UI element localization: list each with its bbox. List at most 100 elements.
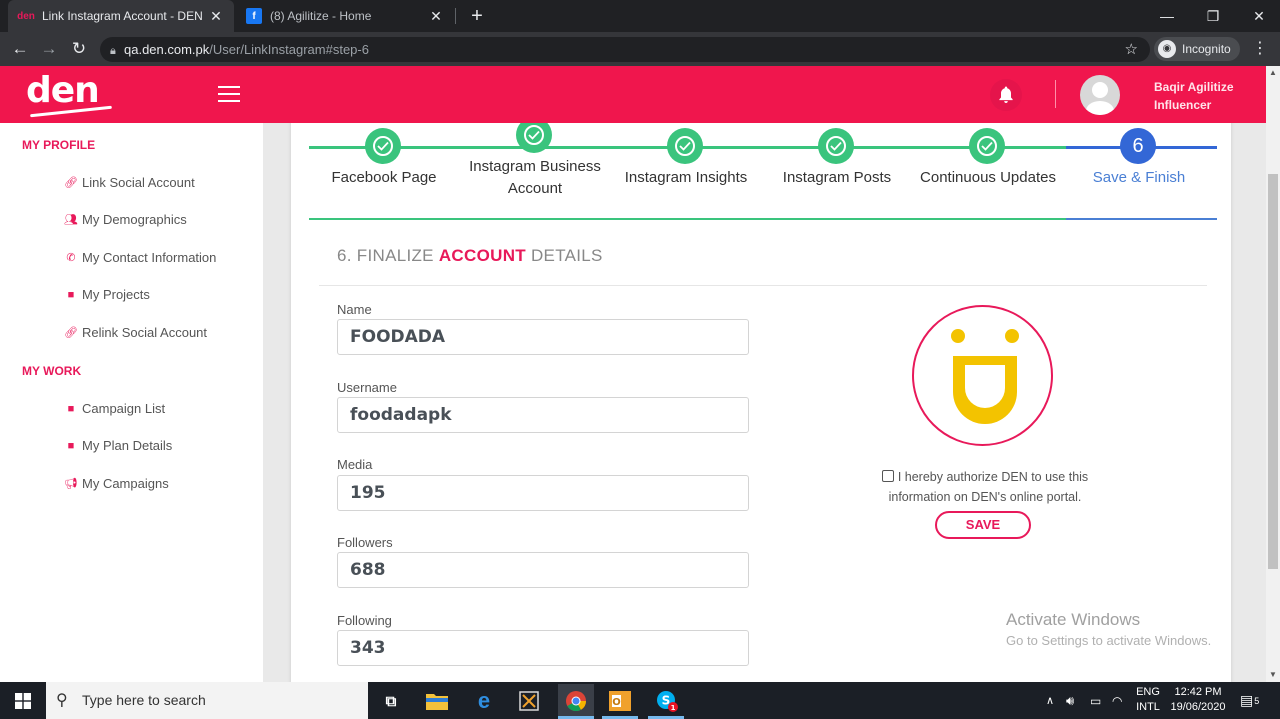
- tab-separator: [455, 8, 456, 24]
- user-info[interactable]: Baqir Agilitize Influencer: [1154, 78, 1234, 114]
- hamburger-menu-icon[interactable]: [218, 86, 240, 102]
- smiley-logo-icon: [951, 329, 1019, 424]
- sidebar-item-label: My Plan Details: [82, 438, 173, 453]
- stepper-underline-active: [1066, 218, 1217, 220]
- reload-button[interactable]: ↻: [68, 38, 90, 60]
- title-suffix: DETAILS: [525, 246, 603, 265]
- clock-date: 19/06/2020: [1170, 701, 1226, 713]
- followers-input[interactable]: 688: [337, 552, 749, 588]
- step-check-icon: [818, 128, 854, 164]
- authorize-consent: I hereby authorize DEN to use this infor…: [875, 467, 1095, 507]
- step-label: Instagram Insights: [624, 169, 748, 186]
- lang-line1: ENG: [1136, 686, 1160, 698]
- bullhorn-icon: 📢︎: [64, 478, 78, 490]
- svg-text:1: 1: [671, 704, 676, 712]
- main-content: Facebook Page Instagram Business Account…: [263, 123, 1266, 682]
- forward-button[interactable]: →: [38, 38, 60, 60]
- language-indicator[interactable]: ENG INTL: [1133, 685, 1163, 715]
- wizard-stepper: Facebook Page Instagram Business Account…: [309, 123, 1217, 221]
- svg-text:O: O: [612, 697, 621, 708]
- den-logo[interactable]: den: [26, 70, 100, 111]
- users-icon: 👥︎: [64, 214, 78, 226]
- lang-line2: INTL: [1136, 701, 1160, 713]
- media-input[interactable]: 195: [337, 475, 749, 511]
- title-prefix: 6. FINALIZE: [337, 246, 439, 265]
- sidebar-item-label: My Campaigns: [82, 476, 169, 491]
- username-label: Username: [337, 380, 397, 395]
- name-label: Name: [337, 302, 372, 317]
- url-path: /User/LinkInstagram#step-6: [209, 42, 369, 57]
- file-explorer-icon[interactable]: [422, 686, 452, 716]
- stepper-underline-done: [309, 218, 1066, 220]
- sidebar-item-label: Campaign List: [82, 401, 166, 416]
- new-tab-button[interactable]: +: [466, 5, 488, 27]
- sidebar-item-my-demographics[interactable]: 👥︎ My Demographics: [64, 212, 187, 227]
- step-check-icon: [969, 128, 1005, 164]
- back-button[interactable]: ←: [9, 38, 31, 60]
- search-placeholder: Type here to search: [82, 692, 206, 708]
- following-input[interactable]: 343: [337, 630, 749, 666]
- windows-start-icon[interactable]: [0, 682, 46, 719]
- incognito-label: Incognito: [1182, 42, 1231, 56]
- snipping-tool-icon[interactable]: [514, 686, 544, 716]
- finalize-card: Facebook Page Instagram Business Account…: [291, 123, 1231, 682]
- user-role: Influencer: [1154, 98, 1212, 112]
- save-button[interactable]: SAVE: [935, 511, 1031, 539]
- briefcase-icon: ■: [67, 288, 75, 301]
- task-view-icon[interactable]: ⧉: [376, 686, 406, 716]
- bookmark-star-icon[interactable]: ☆: [1125, 37, 1138, 62]
- scroll-down-icon[interactable]: ▼: [1266, 668, 1280, 682]
- scroll-up-icon[interactable]: ▲: [1266, 66, 1280, 80]
- phone-icon: ✆: [66, 252, 76, 264]
- watermark-line1: Activate Windows: [1006, 610, 1141, 629]
- sidebar-item-label: Relink Social Account: [82, 325, 208, 340]
- scrollbar-thumb[interactable]: [1268, 174, 1278, 569]
- skype-icon[interactable]: S1: [652, 686, 682, 716]
- sidebar-item-my-projects[interactable]: ■ My Projects: [64, 287, 150, 302]
- tab-agilitize-home[interactable]: f (8) Agilitize - Home ✕: [236, 0, 454, 32]
- browser-toolbar: ← → ↻ 🔒︎ qa.den.com.pk/User/LinkInstagram…: [0, 32, 1280, 66]
- activate-windows-watermark: Activate Windows Go to Settings to activ…: [1006, 610, 1211, 648]
- volume-icon[interactable]: 🔊︎: [1066, 682, 1074, 719]
- avatar[interactable]: [1080, 75, 1120, 115]
- briefcase-icon: ■: [67, 439, 75, 452]
- taskbar-search-input[interactable]: ⚲ Type here to search: [46, 682, 368, 719]
- authorize-checkbox[interactable]: [881, 470, 894, 482]
- maximize-button[interactable]: ❐: [1190, 0, 1236, 32]
- browser-menu-icon[interactable]: ⋮: [1252, 38, 1268, 60]
- sidebar-item-label: My Projects: [82, 287, 150, 302]
- sidebar-item-label: My Contact Information: [82, 250, 217, 265]
- show-hidden-icons-icon[interactable]: ∧: [1046, 682, 1054, 719]
- sidebar-item-label: Link Social Account: [82, 175, 195, 190]
- profile-picture: [912, 305, 1053, 446]
- sidebar-item-my-contact-information[interactable]: ✆ My Contact Information: [64, 250, 216, 265]
- authorize-text: I hereby authorize DEN to use this infor…: [888, 470, 1089, 504]
- facebook-favicon-icon: f: [246, 8, 262, 24]
- address-bar[interactable]: 🔒︎ qa.den.com.pk/User/LinkInstagram#step-…: [100, 37, 1150, 62]
- sidebar-item-link-social-account[interactable]: 🔗︎ Link Social Account: [64, 175, 195, 190]
- incognito-badge[interactable]: ◉ Incognito: [1154, 37, 1240, 61]
- notification-bell-icon[interactable]: [990, 79, 1022, 111]
- edge-browser-icon[interactable]: e: [469, 686, 499, 716]
- close-window-button[interactable]: ✕: [1236, 0, 1280, 32]
- tab-link-instagram[interactable]: den Link Instagram Account - DEN ✕: [8, 0, 234, 32]
- sidebar-item-relink-social-account[interactable]: 🔗︎ Relink Social Account: [64, 325, 207, 340]
- action-center-icon[interactable]: ▤ 5: [1240, 682, 1259, 719]
- username-input[interactable]: foodadapk: [337, 397, 749, 433]
- chrome-icon[interactable]: [558, 684, 594, 717]
- wifi-icon[interactable]: ◠: [1112, 682, 1122, 719]
- media-label: Media: [337, 457, 373, 472]
- clock-time: 12:42 PM: [1174, 686, 1222, 698]
- outlook-icon[interactable]: O: [605, 686, 635, 716]
- sidebar-item-my-plan-details[interactable]: ■ My Plan Details: [64, 438, 173, 453]
- sidebar-item-my-campaigns[interactable]: 📢︎ My Campaigns: [64, 476, 169, 491]
- close-tab-icon[interactable]: ✕: [428, 8, 444, 25]
- close-tab-icon[interactable]: ✕: [208, 8, 224, 25]
- sidebar-item-campaign-list[interactable]: ■ Campaign List: [64, 401, 165, 416]
- sidebar-heading-my-work: MY WORK: [22, 364, 82, 378]
- taskbar-clock[interactable]: 12:42 PM 19/06/2020: [1168, 685, 1228, 715]
- search-icon: ⚲: [56, 692, 68, 709]
- battery-icon[interactable]: ▭: [1090, 682, 1101, 719]
- name-input[interactable]: FOODADA: [337, 319, 749, 355]
- minimize-button[interactable]: —: [1144, 0, 1190, 32]
